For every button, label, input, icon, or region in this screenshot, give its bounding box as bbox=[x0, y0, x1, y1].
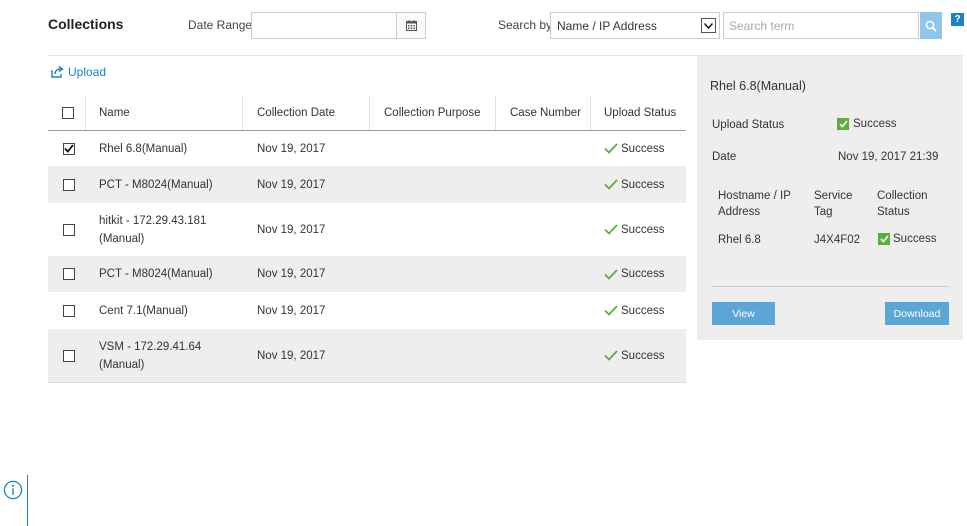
detail-panel: Rhel 6.8(Manual) Upload Status Success D… bbox=[697, 56, 963, 340]
detail-title: Rhel 6.8(Manual) bbox=[710, 79, 806, 93]
detail-date-label: Date bbox=[712, 151, 737, 163]
info-note-bar bbox=[27, 475, 28, 526]
column-header-name[interactable]: Name bbox=[86, 96, 243, 130]
row-status: Success bbox=[591, 179, 686, 191]
row-status: Success bbox=[591, 350, 686, 362]
column-header-collection-date[interactable]: Collection Date bbox=[243, 96, 370, 130]
search-by-label: Search by bbox=[498, 18, 553, 32]
row-checkbox-cell bbox=[48, 142, 86, 155]
date-range-label: Date Range: bbox=[188, 18, 256, 32]
row-checkbox[interactable] bbox=[62, 304, 75, 317]
checkmark-icon bbox=[604, 224, 618, 235]
select-all-checkbox[interactable] bbox=[62, 107, 74, 119]
help-icon: ? bbox=[954, 14, 961, 25]
column-header-collection-purpose[interactable]: Collection Purpose bbox=[370, 96, 496, 130]
help-button[interactable]: ? bbox=[951, 13, 964, 26]
detail-col-collection-status: Collection Status bbox=[877, 190, 928, 218]
view-button[interactable]: View bbox=[712, 302, 775, 325]
chevron-down-icon bbox=[701, 18, 716, 33]
row-date: Nov 19, 2017 bbox=[257, 304, 326, 317]
info-icon bbox=[3, 480, 23, 500]
panel-divider bbox=[712, 286, 949, 287]
search-button[interactable] bbox=[920, 12, 942, 39]
table-row[interactable]: PCT - M8024(Manual) Nov 19, 2017 Success bbox=[48, 166, 686, 203]
row-date: Nov 19, 2017 bbox=[257, 268, 326, 280]
checkmark-icon bbox=[604, 305, 618, 316]
row-status: Success bbox=[591, 268, 686, 280]
row-checkbox-cell bbox=[48, 349, 86, 362]
table-header: Name Collection Date Collection Purpose … bbox=[48, 96, 686, 131]
row-status-label: Success bbox=[621, 268, 665, 280]
search-input[interactable] bbox=[723, 12, 919, 39]
row-name: hitkit - 172.29.43.181 (Manual) bbox=[99, 214, 207, 245]
search-by-selected: Name / IP Address bbox=[557, 18, 657, 33]
detail-date-value: Nov 19, 2017 21:39 bbox=[838, 151, 939, 163]
row-checkbox-cell bbox=[48, 268, 86, 280]
row-name: Rhel 6.8(Manual) bbox=[99, 142, 188, 155]
row-checkbox[interactable] bbox=[62, 268, 75, 280]
download-button[interactable]: Download bbox=[885, 302, 949, 325]
row-checkbox-cell bbox=[48, 178, 86, 191]
table-row[interactable]: Rhel 6.8(Manual) Nov 19, 2017 Success bbox=[48, 131, 686, 166]
row-name: PCT - M8024(Manual) bbox=[99, 178, 213, 191]
checkmark-icon bbox=[63, 144, 74, 153]
column-header-upload-status[interactable]: Upload Status bbox=[591, 96, 686, 130]
detail-col-service-tag: Service Tag bbox=[814, 190, 853, 218]
row-status: Success bbox=[591, 305, 686, 317]
row-name: Cent 7.1(Manual) bbox=[99, 304, 188, 317]
upload-label: Upload bbox=[68, 65, 107, 79]
calendar-button[interactable] bbox=[396, 12, 426, 39]
table-row[interactable]: VSM - 172.29.41.64 (Manual) Nov 19, 2017… bbox=[48, 329, 686, 382]
row-checkbox-cell bbox=[48, 223, 86, 236]
table-row[interactable]: hitkit - 172.29.43.181 (Manual) Nov 19, … bbox=[48, 203, 686, 256]
row-status-label: Success bbox=[621, 349, 665, 362]
detail-hostname-value: Rhel 6.8 bbox=[718, 234, 761, 246]
row-checkbox[interactable] bbox=[62, 349, 75, 362]
detail-collection-status-value: Success bbox=[893, 233, 937, 245]
row-date: Nov 19, 2017 bbox=[257, 349, 326, 362]
row-status-label: Success bbox=[621, 223, 665, 236]
search-icon bbox=[925, 20, 937, 32]
date-range-input[interactable] bbox=[251, 12, 397, 39]
row-checkbox[interactable] bbox=[62, 223, 75, 236]
column-header-case-number[interactable]: Case Number bbox=[496, 96, 591, 130]
row-status: Success bbox=[591, 143, 686, 155]
row-date: Nov 19, 2017 bbox=[257, 223, 326, 236]
row-checkbox-cell bbox=[48, 304, 86, 317]
row-status-label: Success bbox=[621, 304, 665, 317]
row-name: VSM - 172.29.41.64 (Manual) bbox=[99, 340, 202, 371]
page-title: Collections bbox=[48, 16, 124, 32]
table-row[interactable]: Cent 7.1(Manual) Nov 19, 2017 Success bbox=[48, 292, 686, 329]
detail-service-tag-value: J4X4F02 bbox=[814, 234, 861, 246]
success-check-icon bbox=[837, 118, 849, 130]
row-status-label: Success bbox=[621, 178, 665, 191]
calendar-icon bbox=[405, 20, 417, 31]
detail-col-hostname: Hostname / IP Address bbox=[718, 190, 791, 218]
row-date: Nov 19, 2017 bbox=[257, 142, 326, 155]
checkmark-icon bbox=[604, 179, 618, 190]
row-status-label: Success bbox=[621, 142, 665, 155]
select-all-cell bbox=[48, 96, 86, 130]
checkmark-icon bbox=[604, 268, 618, 280]
upload-link[interactable]: Upload bbox=[51, 65, 106, 79]
row-checkbox-checked[interactable] bbox=[62, 142, 75, 155]
table-row[interactable]: PCT - M8024(Manual) Nov 19, 2017 Success bbox=[48, 256, 686, 292]
checkmark-icon bbox=[604, 350, 618, 361]
upload-icon bbox=[51, 66, 64, 78]
success-check-icon bbox=[878, 233, 890, 245]
row-checkbox[interactable] bbox=[62, 178, 75, 191]
row-status: Success bbox=[591, 224, 686, 236]
collections-table: Name Collection Date Collection Purpose … bbox=[48, 96, 686, 383]
detail-collection-status: Success bbox=[878, 233, 936, 245]
detail-upload-status-value: Success bbox=[853, 118, 897, 130]
table-bottom-border bbox=[48, 382, 686, 383]
checkmark-icon bbox=[604, 143, 618, 154]
search-by-select[interactable]: Name / IP Address bbox=[550, 12, 720, 39]
row-date: Nov 19, 2017 bbox=[257, 178, 326, 191]
detail-upload-status: Success bbox=[837, 118, 896, 130]
detail-upload-status-label: Upload Status bbox=[712, 119, 785, 131]
row-name: PCT - M8024(Manual) bbox=[99, 268, 213, 280]
